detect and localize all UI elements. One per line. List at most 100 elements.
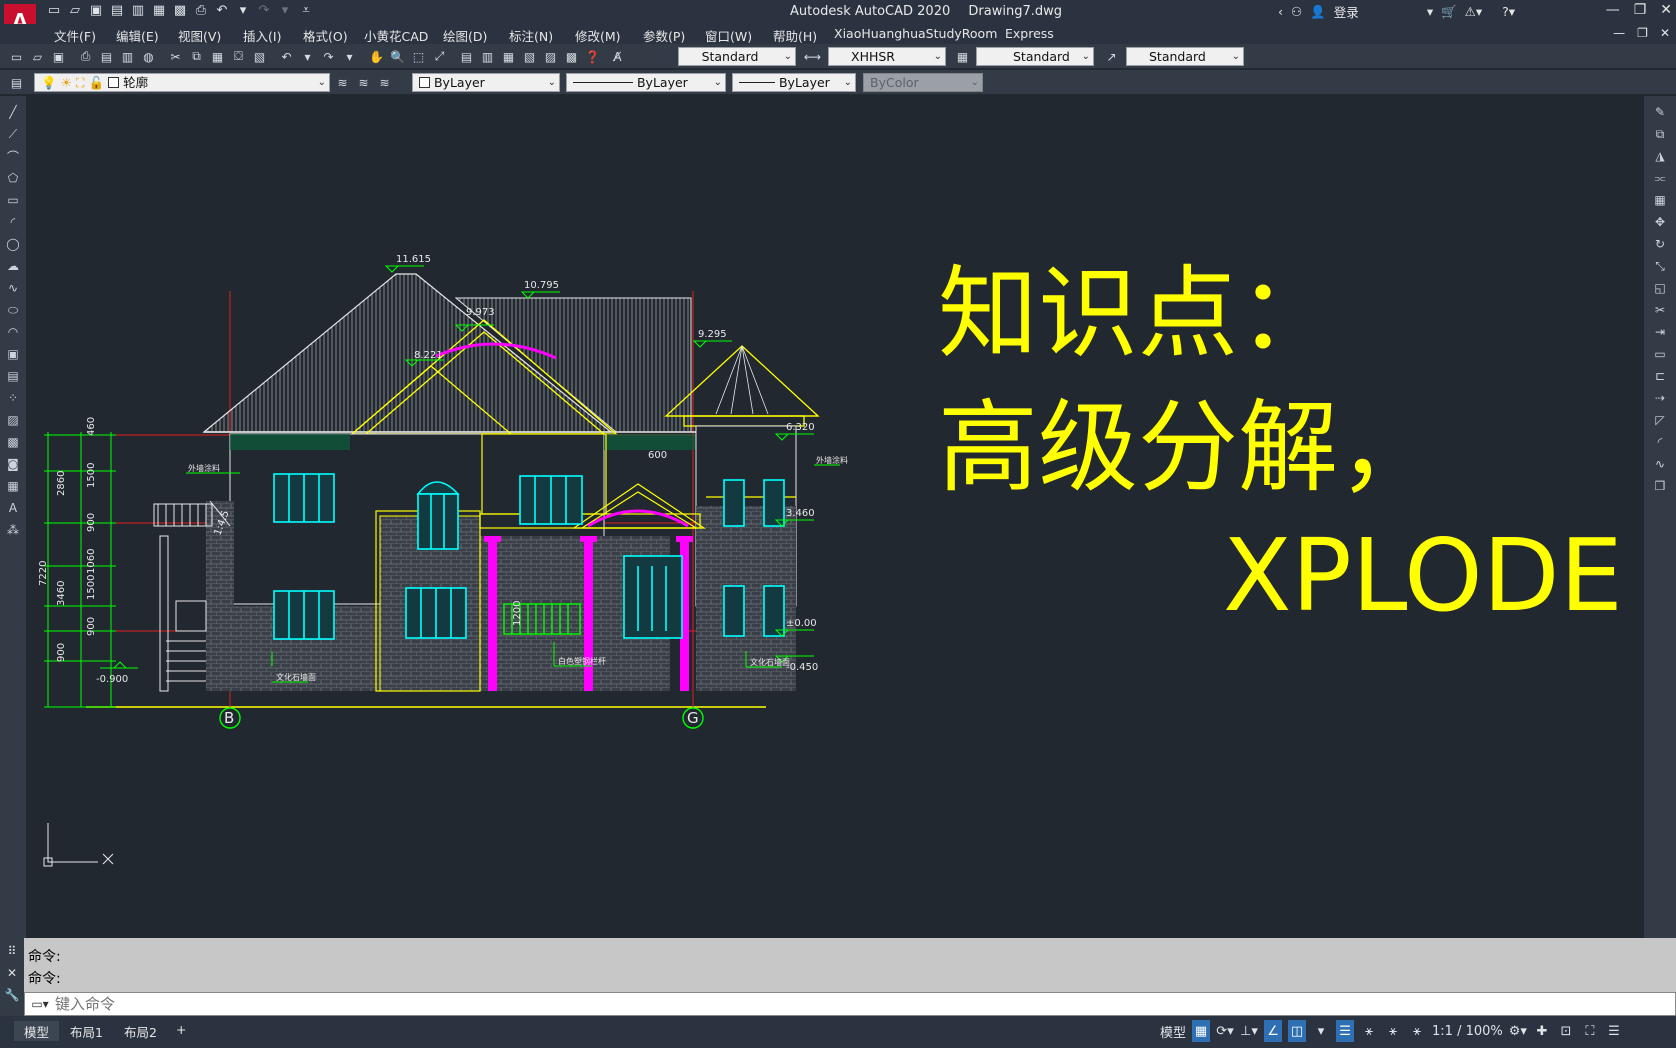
arc-icon[interactable]: ◜ xyxy=(5,214,21,230)
insert-block-icon[interactable]: ▣ xyxy=(5,346,21,362)
color-select[interactable]: ByLayer ⌄ xyxy=(412,73,560,92)
publish-icon[interactable]: ▥ xyxy=(119,48,136,65)
stretch-icon[interactable]: ◱ xyxy=(1652,280,1668,296)
plot-tb-icon[interactable]: ⎙ xyxy=(77,48,94,65)
scale-readout[interactable]: 1:1 / 100% xyxy=(1432,1020,1503,1042)
markup-icon[interactable]: ▨ xyxy=(542,48,559,65)
revcloud-icon[interactable]: ☁ xyxy=(5,258,21,274)
make-current-icon[interactable]: ≋ xyxy=(334,74,351,91)
signin-link[interactable]: 登录 xyxy=(1334,2,1359,21)
model-space-button[interactable]: 模型 xyxy=(1160,1020,1186,1042)
pan-icon[interactable]: ✋ xyxy=(368,48,385,65)
layer-previous-icon[interactable]: ≋ xyxy=(355,74,372,91)
dim-style-icon[interactable]: ⟷ xyxy=(804,48,821,65)
text-style-select[interactable]: Standard ⌄ xyxy=(678,47,796,66)
make-block-icon[interactable]: ▤ xyxy=(5,368,21,384)
blend-curves-icon[interactable]: ∿ xyxy=(1652,456,1668,472)
binoculars-icon[interactable]: ⚇ xyxy=(1291,4,1302,19)
open-file-icon[interactable]: ▱ xyxy=(67,2,83,18)
mleader-style-select[interactable]: Standard ⌄ xyxy=(1126,47,1244,66)
save-as-icon[interactable]: ▤ xyxy=(109,2,125,18)
rotate-icon[interactable]: ↻ xyxy=(1652,236,1668,252)
layer-properties-icon[interactable]: ▤ xyxy=(8,74,25,91)
rectangle-icon[interactable]: ▭ xyxy=(5,192,21,208)
spline-icon[interactable]: ∿ xyxy=(5,280,21,296)
close-command-icon[interactable]: ✕ xyxy=(7,966,17,980)
dim-style-select[interactable]: XHHSR ⌄ xyxy=(828,47,946,66)
undo-icon[interactable]: ↶ xyxy=(214,2,230,18)
wrench-icon[interactable]: 🔧 xyxy=(5,988,20,1002)
open-web-icon[interactable]: ▥ xyxy=(130,2,146,18)
erase-icon[interactable]: ✎ xyxy=(1652,104,1668,120)
menu-file[interactable]: 文件(F) xyxy=(54,26,96,45)
ellipse-icon[interactable]: ⬭ xyxy=(5,302,21,318)
circle-icon[interactable]: ◯ xyxy=(5,236,21,252)
fullscreen-icon[interactable]: ⛶ xyxy=(1581,1020,1599,1042)
osnap-icon[interactable]: ◫ xyxy=(1288,1020,1307,1042)
menu-express[interactable]: Express xyxy=(1005,26,1054,41)
table-icon[interactable]: ▦ xyxy=(5,478,21,494)
mtext-icon[interactable]: A xyxy=(5,500,21,516)
table-style-icon[interactable]: ▦ xyxy=(954,48,971,65)
linetype-select[interactable]: ByLayer ⌄ xyxy=(566,73,726,92)
menu-insert[interactable]: 插入(I) xyxy=(243,26,281,45)
menu-parametric[interactable]: 参数(P) xyxy=(643,26,685,45)
plot-icon[interactable]: ▩ xyxy=(172,2,188,18)
snap-icon[interactable]: ⟳▾ xyxy=(1216,1020,1234,1042)
save-icon[interactable]: ▣ xyxy=(88,2,104,18)
redo-tb-icon[interactable]: ↷ xyxy=(320,48,337,65)
region-icon[interactable]: ◙ xyxy=(5,456,21,472)
layer-select[interactable]: 💡 ☀ ⛶ 🔓 轮廓 ⌄ xyxy=(34,73,330,92)
close-icon[interactable]: ✕ xyxy=(1660,2,1672,18)
gear-icon[interactable]: ⚙▾ xyxy=(1509,1020,1527,1042)
text-style-icon[interactable]: A̸ xyxy=(609,48,626,65)
matchprop-icon[interactable]: ⛋ xyxy=(230,48,247,65)
customization-icon[interactable]: ☰ xyxy=(1605,1020,1623,1042)
redo-icon[interactable]: ↷ xyxy=(256,2,272,18)
user-icon[interactable]: 👤 xyxy=(1310,4,1326,20)
array-icon[interactable]: ▦ xyxy=(1652,192,1668,208)
fillet-icon[interactable]: ◜ xyxy=(1652,434,1668,450)
customize-qat-icon[interactable]: ⩡ xyxy=(298,2,314,18)
gradient-icon[interactable]: ▩ xyxy=(5,434,21,450)
qnew-icon[interactable]: ▭ xyxy=(8,48,25,65)
offset-icon[interactable]: ⫗ xyxy=(1652,170,1668,186)
join-icon[interactable]: ⇢ xyxy=(1652,390,1668,406)
trim-icon[interactable]: ✂ xyxy=(1652,302,1668,318)
menu-xhh-cad[interactable]: 小黄花CAD xyxy=(364,26,428,45)
zoom-window-icon[interactable]: ⬚ xyxy=(410,48,427,65)
annotation-scale-icon[interactable]: ⚹ xyxy=(1408,1020,1426,1042)
zoom-realtime-icon[interactable]: 🔍 xyxy=(389,48,406,65)
doc-close-icon[interactable]: ✕ xyxy=(1660,26,1670,40)
grip-icon[interactable]: ⠿ xyxy=(8,944,17,958)
paste-icon[interactable]: ▦ xyxy=(209,48,226,65)
hatch-icon[interactable]: ▨ xyxy=(5,412,21,428)
drawing-canvas[interactable]: 11.615 10.795 9.973 9.295 8.221 6.320 3.… xyxy=(26,96,1644,938)
explode-icon[interactable]: ❒ xyxy=(1652,478,1668,494)
help-tb-icon[interactable]: ❓ xyxy=(584,48,601,65)
open-icon[interactable]: ▱ xyxy=(29,48,46,65)
cut-icon[interactable]: ✂ xyxy=(167,48,184,65)
menu-edit[interactable]: 编辑(E) xyxy=(116,26,159,45)
polyline-icon[interactable]: ⌒ xyxy=(5,148,21,164)
undo-tb-icon[interactable]: ↶ xyxy=(278,48,295,65)
menu-dimension[interactable]: 标注(N) xyxy=(509,26,553,45)
3dprint-icon[interactable]: ◍ xyxy=(140,48,157,65)
restore-icon[interactable]: ❐ xyxy=(1634,2,1647,18)
signin-dropdown-icon[interactable]: ▾ xyxy=(1427,4,1433,19)
menu-modify[interactable]: 修改(M) xyxy=(575,26,621,45)
annotation-visibility-icon[interactable]: ⚹ xyxy=(1360,1020,1378,1042)
minimize-icon[interactable]: — xyxy=(1606,2,1620,18)
chevron-left-icon[interactable]: ‹ xyxy=(1278,4,1283,19)
plus-icon[interactable]: ✚ xyxy=(1533,1020,1551,1042)
print-icon[interactable]: ⎙ xyxy=(193,2,209,18)
break-icon[interactable]: ⊏ xyxy=(1652,368,1668,384)
move-icon[interactable]: ✥ xyxy=(1652,214,1668,230)
osnap-dropdown-icon[interactable]: ▾ xyxy=(1312,1020,1330,1042)
grid-icon[interactable]: ▦ xyxy=(1192,1020,1211,1042)
preview-icon[interactable]: ▤ xyxy=(98,48,115,65)
tab-layout1[interactable]: 布局1 xyxy=(60,1021,113,1041)
table-style-select[interactable]: Standard ⌄ xyxy=(976,47,1094,66)
lineweight-icon[interactable]: ☰ xyxy=(1336,1020,1355,1042)
line-icon[interactable]: ╱ xyxy=(5,104,21,120)
